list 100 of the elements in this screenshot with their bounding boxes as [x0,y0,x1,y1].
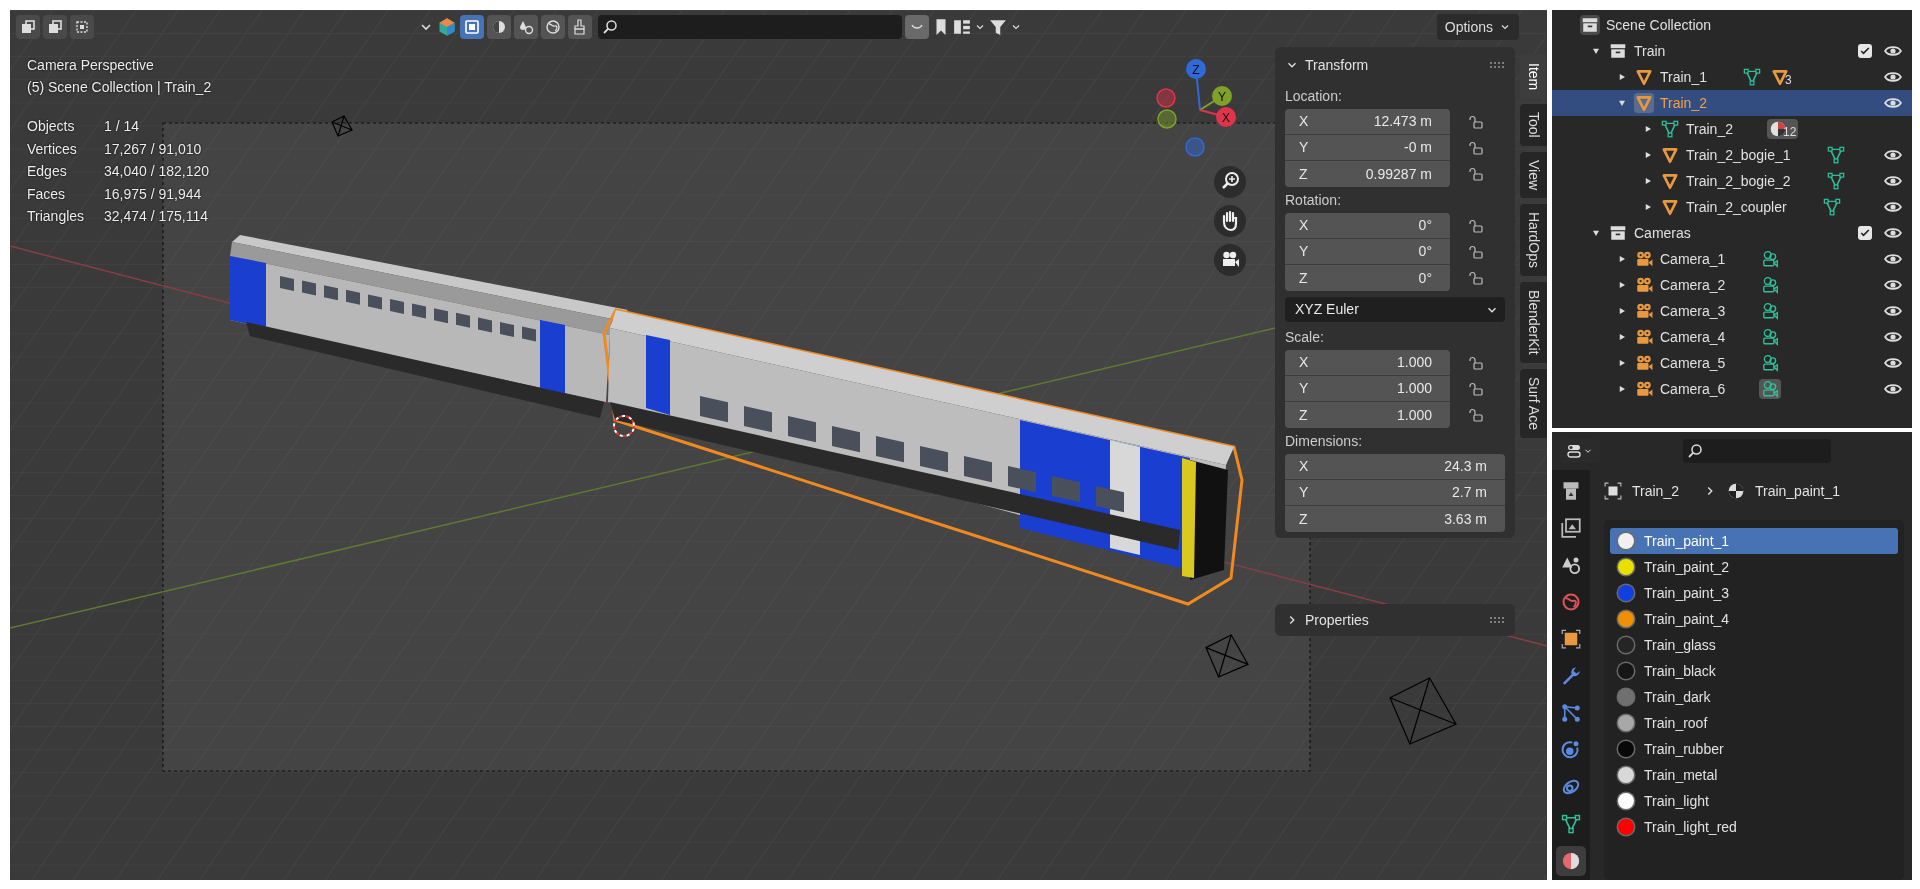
number-field[interactable]: Y 1.000 [1285,376,1450,402]
sidebar-tab[interactable]: Surf Ace [1519,367,1547,439]
color-cube-icon[interactable] [437,17,457,37]
filter-icon[interactable] [989,18,1007,36]
axis-handle[interactable] [1157,109,1177,129]
open-padlock-icon[interactable] [1468,114,1484,130]
material-slot[interactable]: Train_paint_3 [1610,580,1898,606]
outliner-row[interactable]: Train_1 3 [1552,64,1912,90]
item-name: Camera_1 [1660,249,1726,269]
view-toggle-button[interactable] [514,15,538,39]
train-drawing[interactable] [230,235,1244,606]
material-slot[interactable]: Train_light [1610,788,1898,814]
options-dropdown[interactable]: Options [1436,14,1519,40]
camera-icon[interactable] [1214,244,1246,276]
camera-badge[interactable] [1759,379,1782,399]
dropdown-button[interactable] [905,15,929,39]
outliner-row[interactable]: Camera_5 [1552,350,1912,376]
zoom-icon[interactable] [1214,166,1246,198]
material-slot[interactable]: Train_light_red [1610,814,1898,840]
material-slot[interactable]: Train_glass [1610,632,1898,658]
breadcrumb-item[interactable]: Train_paint_1 [1754,480,1841,502]
axis-handle[interactable] [1185,137,1205,157]
item-name: Camera_5 [1660,353,1726,373]
material-slot[interactable]: Train_black [1610,658,1898,684]
outliner-row[interactable]: Train [1552,38,1912,64]
3d-viewport[interactable] [10,10,1547,880]
material-slot[interactable]: Train_rubber [1610,736,1898,762]
open-padlock-icon[interactable] [1468,270,1484,286]
material-slot[interactable]: Train_paint_4 [1610,606,1898,632]
sidebar-tab[interactable]: Tool [1519,103,1547,147]
search-field[interactable] [1683,439,1831,463]
material-slot[interactable]: Train_dark [1610,684,1898,710]
outliner-row[interactable]: Camera_2 [1552,272,1912,298]
number-field[interactable]: X 1.000 [1285,350,1450,376]
properties-panel-header[interactable]: Properties [1275,604,1515,636]
number-field[interactable]: Z 1.000 [1285,402,1450,428]
hierarchy-icon[interactable] [953,18,971,36]
item-name: Train_2 [1660,93,1707,113]
number-field[interactable]: Z 0° [1285,265,1450,291]
properties-tab[interactable] [1556,846,1586,876]
sidebar-tab[interactable]: Item [1519,54,1547,100]
triangle-icon [1661,172,1679,190]
outliner-row[interactable]: Camera_6 [1552,376,1912,402]
view-toggle-button[interactable] [541,15,565,39]
rotation-mode-dropdown[interactable]: XYZ Euler [1285,297,1505,322]
collection-name[interactable]: Scene Collection [1606,14,1712,36]
outliner-row[interactable]: Train_2_bogie_1 [1552,142,1912,168]
number-field[interactable]: X 24.3 m [1285,454,1505,480]
search-field[interactable] [598,15,902,39]
axis-handle[interactable]: X [1216,107,1236,127]
material-slot[interactable]: Train_metal [1610,762,1898,788]
axis-handle[interactable] [1156,88,1176,108]
open-padlock-icon[interactable] [1468,140,1484,156]
selection-mode-button[interactable] [70,15,94,39]
view-toggle-button[interactable] [460,15,484,39]
outliner-row[interactable]: Train_2_bogie_2 [1552,168,1912,194]
checkbox[interactable] [1858,226,1872,240]
material-slot[interactable]: Train_roof [1610,710,1898,736]
number-field[interactable]: X 12.473 m [1285,109,1450,135]
axis-handle[interactable]: Z [1186,59,1206,79]
number-field[interactable]: Y -0 m [1285,135,1450,161]
number-field[interactable]: Z 3.63 m [1285,506,1505,532]
material-slot[interactable]: Train_paint_1 [1610,528,1898,554]
view-toggle-button[interactable] [568,15,592,39]
view-toggle-button[interactable] [487,15,511,39]
open-padlock-icon[interactable] [1468,407,1484,423]
selection-mode-button[interactable] [16,15,40,39]
open-padlock-icon[interactable] [1468,166,1484,182]
outliner-row[interactable]: Train_2_coupler [1552,194,1912,220]
material-icon [1561,851,1581,871]
open-padlock-icon[interactable] [1468,381,1484,397]
sidebar-tab[interactable]: View [1519,150,1547,199]
checkbox[interactable] [1858,44,1872,58]
sidebar-tab[interactable]: BlenderKit [1519,281,1547,364]
stat-value: 1 / 14 [104,117,141,136]
outliner-row[interactable]: Camera_1 [1552,246,1912,272]
outliner-row[interactable]: Camera_3 [1552,298,1912,324]
mesh-icon [1742,68,1761,86]
breadcrumb-item[interactable]: Train_2 [1632,480,1679,502]
selection-mode-button[interactable] [43,15,67,39]
outliner-row[interactable]: Camera_4 [1552,324,1912,350]
open-padlock-icon[interactable] [1468,355,1484,371]
number-field[interactable]: Z 0.99287 m [1285,161,1450,187]
outliner-row[interactable]: Train_2 12 [1552,116,1912,142]
selection-subtract-icon [74,19,90,35]
orbit-icon [1561,740,1581,760]
object-badge[interactable]: 3 [1768,67,1794,87]
sidebar-tab[interactable]: HardOps [1519,203,1547,278]
material-badge[interactable]: 12 [1766,119,1799,139]
number-field[interactable]: Y 2.7 m [1285,480,1505,506]
outliner-row[interactable]: Cameras [1552,220,1912,246]
material-slot[interactable]: Train_paint_2 [1610,554,1898,580]
open-padlock-icon[interactable] [1468,244,1484,260]
number-field[interactable]: Y 0° [1285,239,1450,265]
open-padlock-icon[interactable] [1468,218,1484,234]
constraint-icon [1561,777,1581,797]
outliner-row[interactable]: Train_2 [1552,90,1912,116]
number-field[interactable]: X 0° [1285,213,1450,239]
axis-handle[interactable]: Y [1212,86,1232,106]
hand-icon[interactable] [1214,205,1246,237]
